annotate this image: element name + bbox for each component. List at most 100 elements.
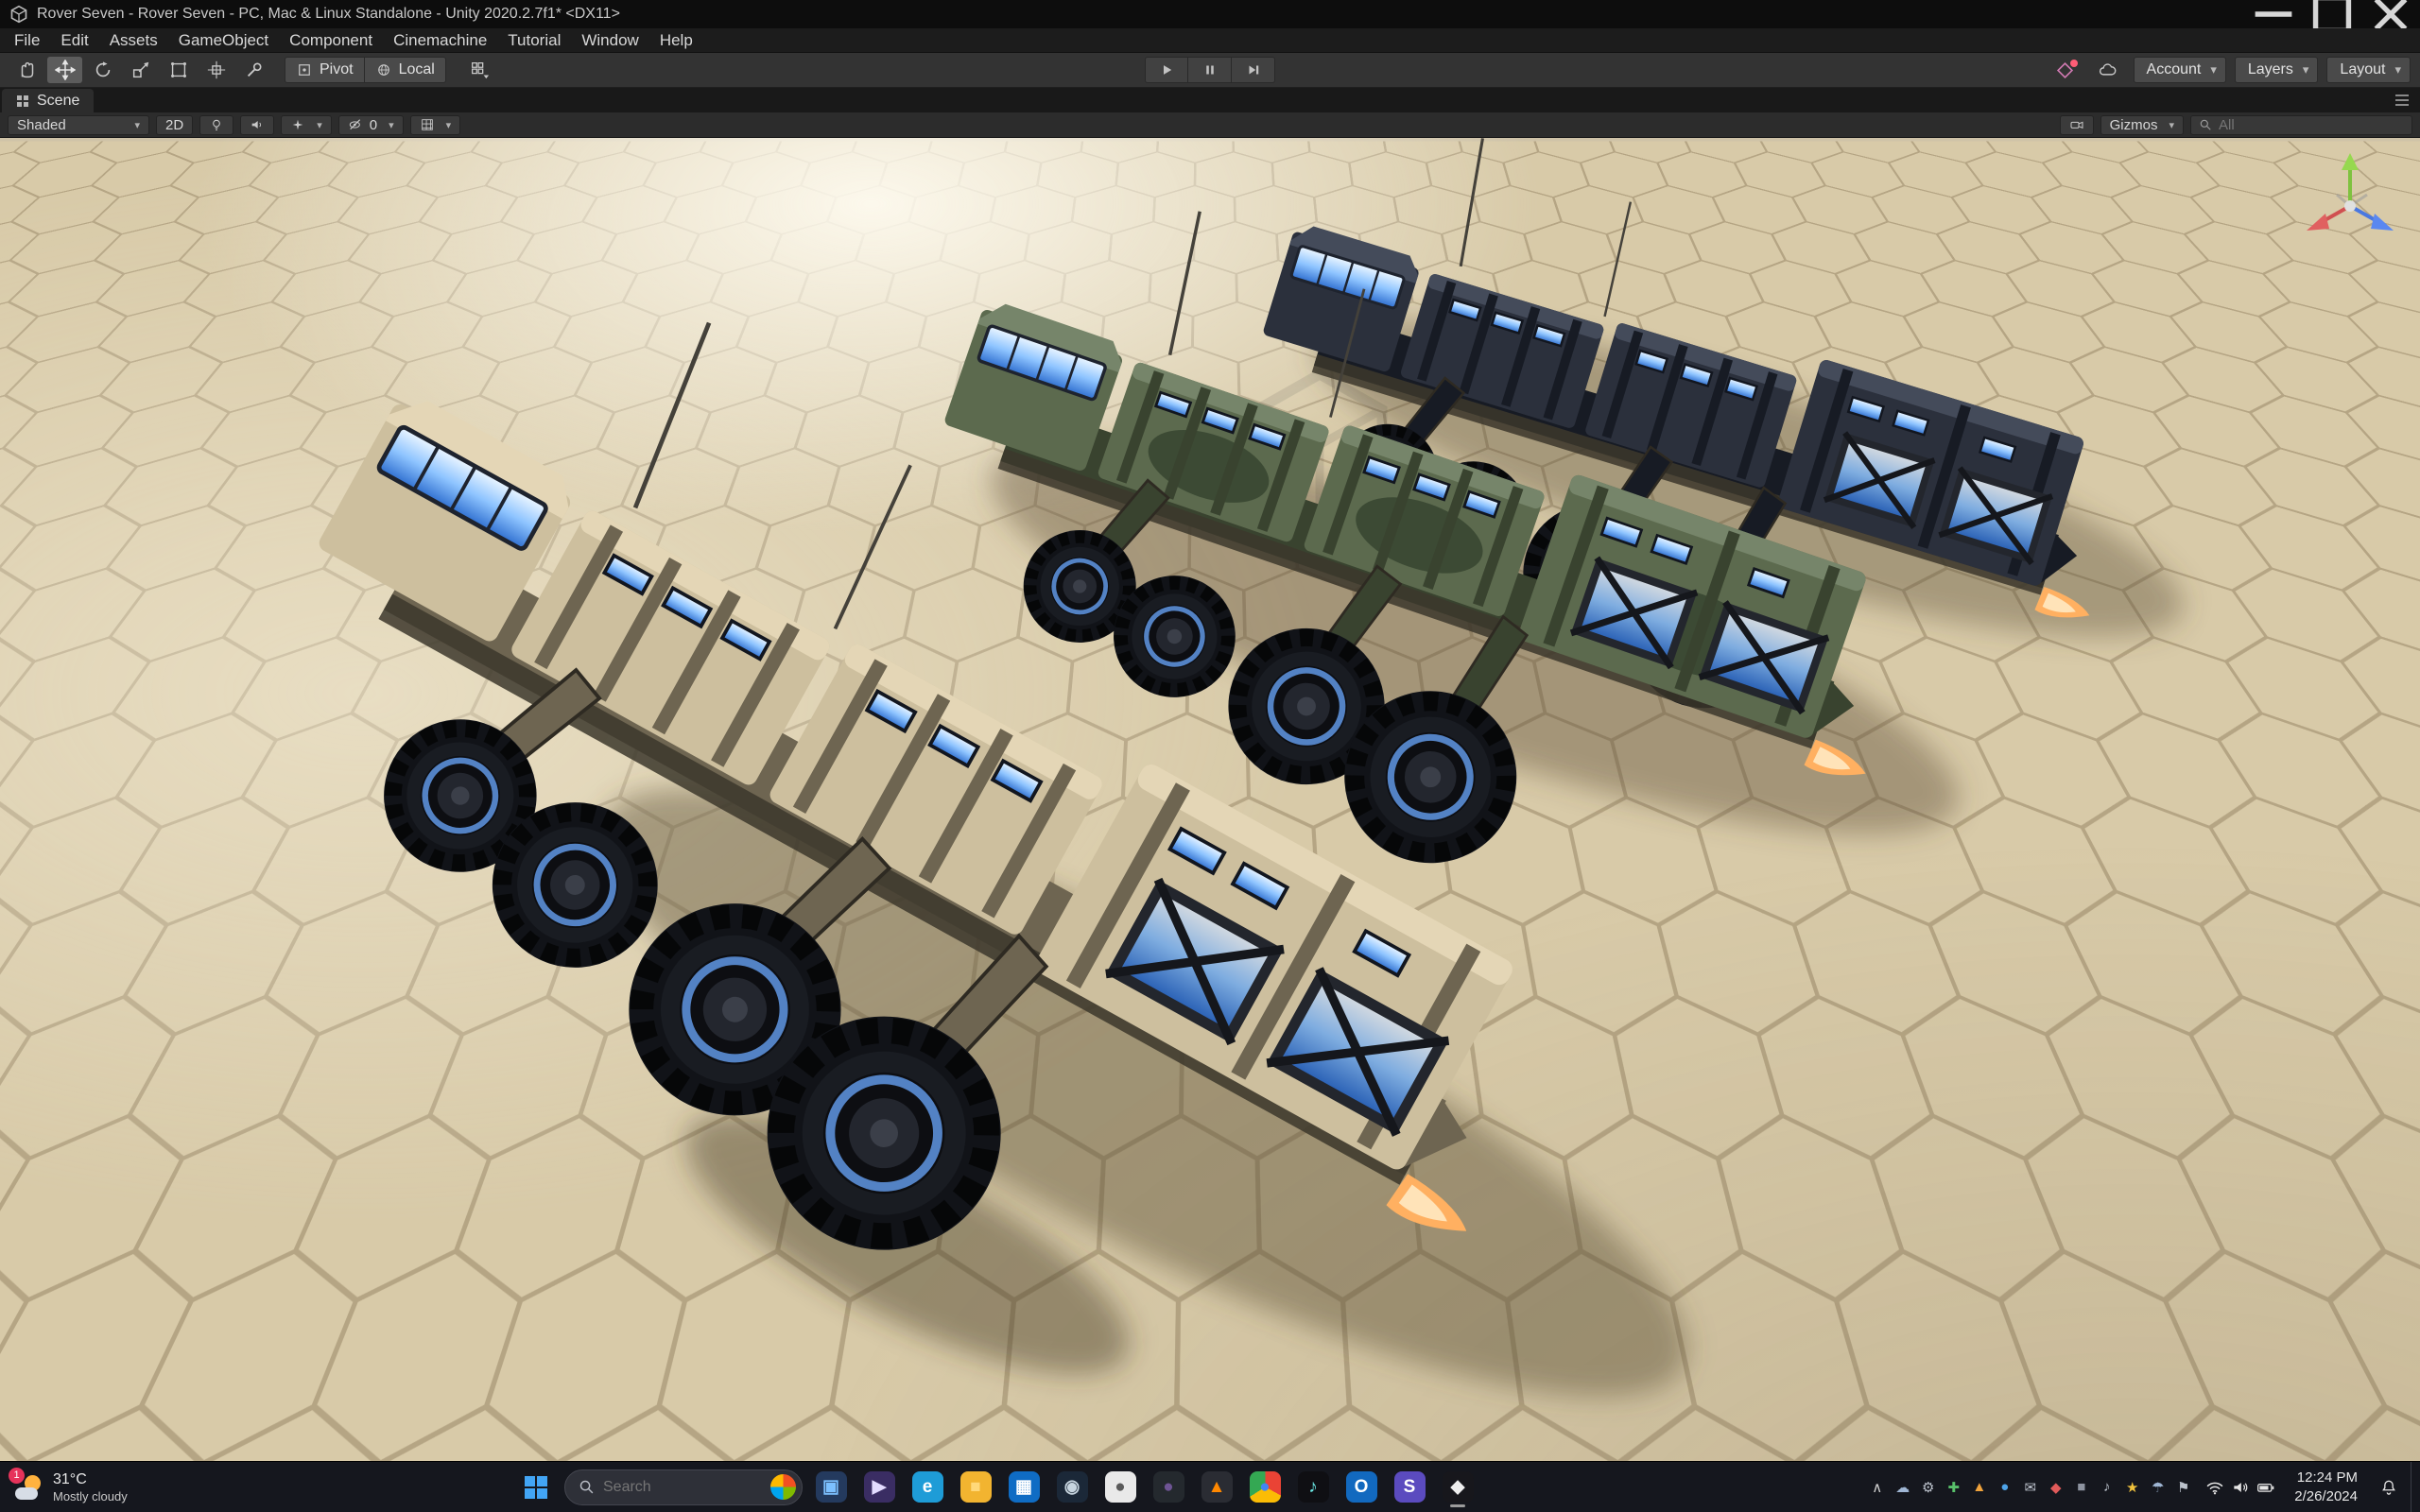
x-axis-cone[interactable]: [2307, 214, 2329, 231]
pause-button[interactable]: [1188, 57, 1232, 83]
menu-item[interactable]: Assets: [99, 29, 168, 52]
audio-toggle-button[interactable]: [240, 114, 275, 135]
quick-settings[interactable]: [2197, 1478, 2284, 1497]
custom-tool-button[interactable]: [236, 57, 271, 83]
menu-item[interactable]: Cinemachine: [383, 29, 497, 52]
maximize-button[interactable]: [2303, 0, 2361, 34]
pivot-toggle-button[interactable]: Pivot: [285, 57, 365, 83]
app-icon-button[interactable]: ♪: [1292, 1467, 1334, 1508]
tray-icon[interactable]: ♪: [2094, 1469, 2119, 1506]
tray-icon[interactable]: ∧: [1864, 1469, 1890, 1506]
menu-item[interactable]: Tutorial: [497, 29, 571, 52]
taskbar-search-input[interactable]: [603, 1478, 762, 1496]
services-button[interactable]: [2048, 57, 2083, 83]
menu-item[interactable]: File: [4, 29, 50, 52]
scene-tab-icon: [17, 94, 28, 107]
step-button[interactable]: [1232, 57, 1275, 83]
hand-tool-button[interactable]: [9, 57, 44, 83]
app-icon-button[interactable]: S: [1389, 1467, 1430, 1508]
tray-icon[interactable]: ▲: [1966, 1469, 1992, 1506]
wifi-icon: [2207, 1482, 2223, 1494]
move-tool-button[interactable]: [47, 57, 82, 83]
app-icon-button[interactable]: ▦: [1003, 1467, 1045, 1508]
tray-icon[interactable]: ☂: [2145, 1469, 2170, 1506]
layout-dropdown[interactable]: Layout: [2326, 57, 2411, 83]
scene-search[interactable]: [2190, 114, 2412, 135]
menu-item[interactable]: GameObject: [168, 29, 279, 52]
tab-options-icon[interactable]: [2384, 94, 2420, 106]
start-button[interactable]: [515, 1467, 557, 1508]
app-icon-button[interactable]: ■: [955, 1467, 996, 1508]
close-button[interactable]: [2361, 0, 2420, 31]
tab-scene[interactable]: Scene: [2, 89, 95, 112]
scene-visibility-button[interactable]: 0: [337, 114, 404, 135]
tray-icon[interactable]: ◆: [2043, 1469, 2068, 1506]
y-axis-cone[interactable]: [2342, 153, 2359, 170]
grid-visibility-dropdown[interactable]: [409, 114, 461, 135]
tray-icon[interactable]: ✉: [2017, 1469, 2043, 1506]
rotate-tool-button[interactable]: [85, 57, 120, 83]
2d-toggle-button[interactable]: 2D: [156, 114, 194, 135]
scene-viewport[interactable]: [0, 138, 2420, 1461]
app-icon: ▦: [1008, 1471, 1040, 1503]
camera-settings-button[interactable]: [2059, 114, 2094, 135]
app-icon-button[interactable]: e: [907, 1467, 948, 1508]
tray-icon[interactable]: ⚙: [1915, 1469, 1941, 1506]
bell-icon: [2382, 1480, 2395, 1495]
app-icon-button[interactable]: ◉: [1051, 1467, 1093, 1508]
show-desktop-button[interactable]: [2411, 1462, 2418, 1512]
unity-window: Rover Seven - Rover Seven - PC, Mac & Li…: [0, 0, 2420, 1512]
account-dropdown[interactable]: Account: [2133, 57, 2226, 83]
app-icon: ▶: [863, 1471, 895, 1503]
rect-tool-button[interactable]: [161, 57, 196, 83]
effects-dropdown[interactable]: [281, 114, 332, 135]
app-icon-button[interactable]: ▣: [810, 1467, 852, 1508]
app-icon-button[interactable]: ▶: [858, 1467, 900, 1508]
gizmos-dropdown[interactable]: Gizmos: [2100, 114, 2184, 135]
menu-item[interactable]: Edit: [50, 29, 98, 52]
tray-icon[interactable]: ★: [2119, 1469, 2145, 1506]
app-icon: ◉: [1056, 1471, 1088, 1503]
app-icon: e: [911, 1471, 943, 1503]
play-button[interactable]: [1145, 57, 1188, 83]
transform-tool-button[interactable]: [199, 57, 233, 83]
weather-icon: 1: [9, 1467, 43, 1502]
notification-center-button[interactable]: [2368, 1469, 2410, 1506]
play-controls: [1145, 57, 1275, 83]
weather-widget[interactable]: 1 31°C Mostly cloudy: [4, 1462, 139, 1512]
local-toggle-button[interactable]: Local: [364, 57, 446, 83]
app-icon: ●: [1249, 1471, 1281, 1503]
app-icon: O: [1345, 1471, 1377, 1503]
tray-icon[interactable]: ☁: [1890, 1469, 1915, 1506]
app-icon-button[interactable]: ●: [1148, 1467, 1189, 1508]
orientation-gizmo[interactable]: [2297, 147, 2403, 253]
titlebar[interactable]: Rover Seven - Rover Seven - PC, Mac & Li…: [0, 0, 2420, 34]
tray-icon[interactable]: ■: [2068, 1469, 2094, 1506]
collab-cloud-button[interactable]: [2091, 57, 2125, 83]
menu-item[interactable]: Window: [571, 29, 648, 52]
draw-mode-dropdown[interactable]: Shaded: [8, 114, 149, 135]
tray-icon[interactable]: ✚: [1941, 1469, 1966, 1506]
app-icon-button[interactable]: ▲: [1196, 1467, 1237, 1508]
z-axis-cone[interactable]: [2371, 214, 2394, 231]
clock[interactable]: 12:24 PM 2/26/2024: [2285, 1469, 2367, 1505]
taskbar-search[interactable]: [564, 1469, 803, 1505]
scene-search-input[interactable]: [2219, 116, 2404, 133]
minimize-button[interactable]: [2244, 0, 2303, 28]
menu-item[interactable]: Component: [279, 29, 383, 52]
draw-mode-label: Shaded: [17, 116, 66, 133]
tray-icon[interactable]: ●: [1992, 1469, 2017, 1506]
scale-tool-button[interactable]: [123, 57, 158, 83]
app-icon-button[interactable]: ●: [1099, 1467, 1141, 1508]
tab-strip: Scene: [0, 88, 2420, 112]
local-label: Local: [398, 61, 435, 77]
lighting-toggle-button[interactable]: [199, 114, 234, 135]
menu-item[interactable]: Help: [649, 29, 703, 52]
app-icon-button[interactable]: O: [1340, 1467, 1382, 1508]
time: 12:24 PM: [2296, 1469, 2358, 1486]
layers-dropdown[interactable]: Layers: [2234, 57, 2319, 83]
grid-snap-button[interactable]: [458, 57, 501, 83]
tray-icon[interactable]: ⚑: [2170, 1469, 2196, 1506]
app-icon-button[interactable]: ●: [1244, 1467, 1286, 1508]
app-icon-button[interactable]: ◆: [1437, 1467, 1478, 1508]
